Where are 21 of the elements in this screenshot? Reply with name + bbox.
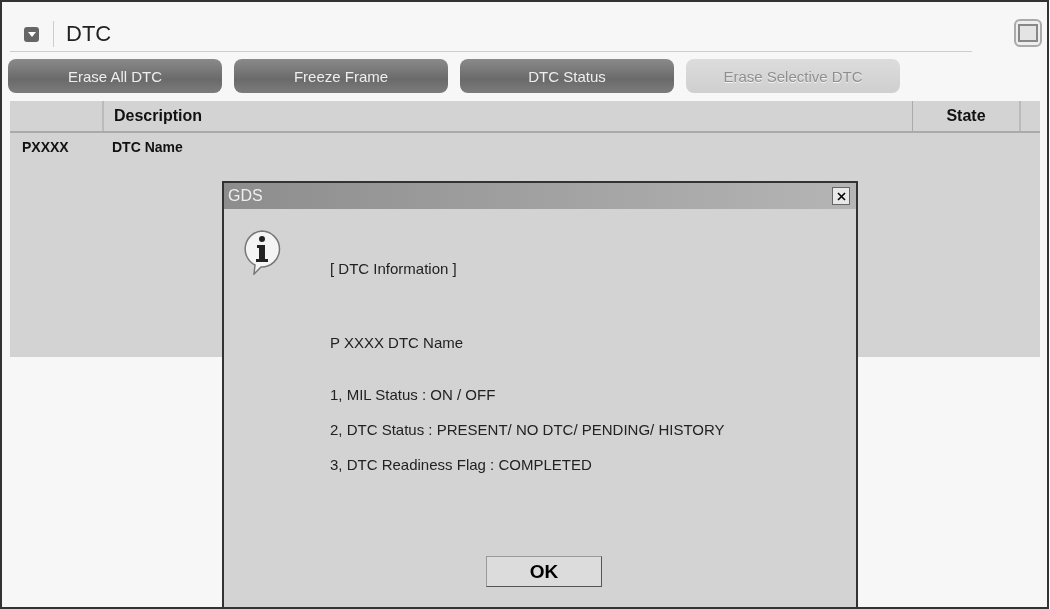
table-cell-text: PXXXX — [21, 138, 70, 155]
panel-title: DTC — [53, 21, 112, 47]
dialog-title: GDS — [228, 187, 263, 205]
column-header: Description — [113, 106, 203, 126]
close-button[interactable] — [832, 187, 850, 205]
table-cell-text: DTC Name — [111, 138, 184, 155]
info-icon — [242, 229, 282, 275]
close-icon — [836, 191, 846, 201]
info-line: 3, DTC Readiness Flag : COMPLETED — [330, 455, 593, 475]
action-button[interactable]: Erase All DTC — [8, 59, 222, 93]
dialog-heading: [ DTC Information ] — [330, 259, 458, 279]
column-header: State — [912, 101, 1021, 131]
dtc-code-text: P XXXX DTC Name — [330, 333, 465, 353]
maximize-button[interactable] — [1014, 19, 1042, 47]
info-line: 1, MIL Status : ON / OFF — [330, 385, 497, 405]
action-button[interactable]: DTC Status — [460, 59, 674, 93]
collapse-button[interactable] — [24, 26, 39, 42]
caret-icon — [26, 30, 37, 38]
ok-button[interactable]: OK — [486, 556, 602, 587]
info-line: 2, DTC Status : PRESENT/ NO DTC/ PENDING/ HISTORY — [330, 420, 725, 440]
action-button[interactable]: Freeze Frame — [234, 59, 448, 93]
